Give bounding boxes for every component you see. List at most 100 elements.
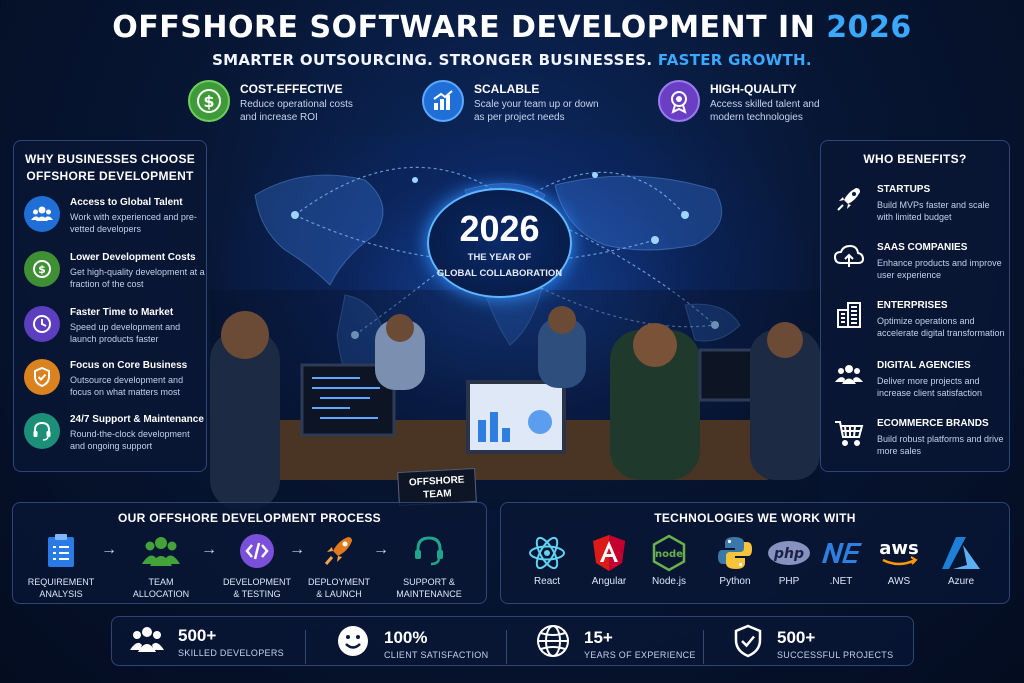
step-label-line2: & TESTING bbox=[233, 589, 281, 599]
who-benefits-panel: WHO BENEFITS? STARTUPS Build MVPs faster … bbox=[820, 140, 1010, 472]
feature-desc: Reduce operational costs and increase RO… bbox=[240, 99, 353, 123]
benefit-desc: Deliver more projects and increase clien… bbox=[877, 376, 983, 398]
why-item-core-business: Focus on Core Business Outsource developm… bbox=[24, 359, 206, 398]
code-icon bbox=[237, 531, 277, 571]
tech-label: Node.js bbox=[652, 576, 686, 587]
process-step-requirement: REQUIREMENT ANALYSIS bbox=[19, 531, 103, 600]
award-badge-icon bbox=[658, 80, 700, 122]
step-label-line2: MAINTENANCE bbox=[396, 589, 462, 599]
tech-php: php PHP bbox=[759, 533, 819, 587]
title-main: OFFSHORE SOFTWARE DEVELOPMENT IN bbox=[112, 10, 827, 45]
headset-icon bbox=[24, 413, 60, 449]
step-label-line1: TEAM bbox=[148, 577, 174, 587]
stat-developers: 500+ SKILLED DEVELOPERS bbox=[130, 624, 284, 659]
process-step-development: DEVELOPMENT & TESTING bbox=[215, 531, 299, 600]
people-group-icon bbox=[833, 359, 865, 391]
why-item-support: 24/7 Support & Maintenance Round-the-cloc… bbox=[24, 413, 206, 452]
growth-chart-icon bbox=[422, 80, 464, 122]
feature-high-quality: HIGH-QUALITY Access skilled talent and mo… bbox=[658, 80, 840, 126]
smiley-icon bbox=[336, 624, 370, 663]
stat-number: 100% bbox=[384, 627, 428, 647]
benefit-startups: STARTUPS Build MVPs faster and scale with… bbox=[833, 183, 1008, 223]
why-item-lower-costs: $ Lower Development Costs Get high-qualit… bbox=[24, 251, 206, 290]
why-item-desc: Outsource development and focus on what … bbox=[70, 375, 184, 397]
why-item-title: Faster Time to Market bbox=[70, 307, 174, 318]
why-item-title: Lower Development Costs bbox=[70, 252, 196, 263]
step-label-line2: & LAUNCH bbox=[316, 589, 362, 599]
react-icon bbox=[517, 533, 577, 573]
feature-title: COST-EFFECTIVE bbox=[240, 82, 343, 96]
step-label-line1: SUPPORT & bbox=[403, 577, 455, 587]
process-step-team: TEAM ALLOCATION bbox=[119, 531, 203, 600]
rocket-launch-icon bbox=[319, 531, 359, 571]
clipboard-icon bbox=[41, 531, 81, 571]
benefit-desc: Optimize operations and accelerate digit… bbox=[877, 316, 1005, 338]
team-icon bbox=[24, 196, 60, 232]
stat-label: SKILLED DEVELOPERS bbox=[178, 647, 284, 658]
subtitle: SMARTER OUTSOURCING. STRONGER BUSINESSES… bbox=[0, 51, 1024, 69]
why-item-title: 24/7 Support & Maintenance bbox=[70, 414, 204, 425]
benefit-desc: Build MVPs faster and scale with limited… bbox=[877, 200, 990, 222]
benefit-title: STARTUPS bbox=[877, 184, 931, 195]
why-item-desc: Round-the-clock development and ongoing … bbox=[70, 429, 190, 451]
tech-label: .NET bbox=[829, 576, 853, 587]
benefit-desc: Enhance products and improve user experi… bbox=[877, 258, 1002, 280]
process-arrow: → bbox=[101, 541, 117, 558]
tech-label: React bbox=[533, 576, 561, 587]
svg-text:$: $ bbox=[38, 263, 46, 276]
why-item-desc: Speed up development and launch products… bbox=[70, 322, 181, 344]
benefit-ecommerce: ECOMMERCE BRANDS Build robust platforms a… bbox=[833, 417, 1008, 457]
feature-cost-effective: $ COST-EFFECTIVE Reduce operational costs… bbox=[188, 80, 370, 126]
tech-label: PHP bbox=[778, 576, 800, 587]
svg-text:php: php bbox=[773, 546, 804, 562]
dollar-icon: $ bbox=[188, 80, 230, 122]
feature-title: SCALABLE bbox=[474, 82, 540, 96]
aws-icon: aws bbox=[869, 533, 929, 573]
process-step-support: SUPPORT & MAINTENANCE bbox=[387, 531, 471, 600]
technologies-title: TECHNOLOGIES WE WORK WITH bbox=[654, 511, 856, 525]
tech-aws: aws AWS bbox=[869, 533, 929, 587]
step-label-line2: ANALYSIS bbox=[39, 589, 83, 599]
tech-label: Python bbox=[719, 576, 751, 587]
feature-desc: Access skilled talent and modern technol… bbox=[710, 99, 820, 123]
why-item-global-talent: Access to Global Talent Work with experie… bbox=[24, 196, 206, 235]
cost-down-icon: $ bbox=[24, 251, 60, 287]
subtitle-main: SMARTER OUTSOURCING. STRONGER BUSINESSES… bbox=[212, 51, 658, 69]
step-label-line1: REQUIREMENT bbox=[27, 577, 95, 587]
angular-icon bbox=[579, 533, 639, 573]
dotnet-icon bbox=[811, 533, 871, 573]
stat-divider bbox=[703, 630, 704, 664]
process-panel: OUR OFFSHORE DEVELOPMENT PROCESS REQUIRE… bbox=[12, 502, 487, 604]
why-title-line2: OFFSHORE DEVELOPMENT bbox=[26, 169, 194, 183]
step-label-line1: DEVELOPMENT bbox=[222, 577, 291, 587]
tech-label: Azure bbox=[947, 576, 975, 587]
shield-check-icon bbox=[24, 359, 60, 395]
azure-icon bbox=[931, 533, 991, 573]
nodejs-icon: node bbox=[639, 533, 699, 573]
clock-icon bbox=[24, 306, 60, 342]
stat-satisfaction: 100% CLIENT SATISFACTION bbox=[336, 624, 488, 663]
php-icon: php bbox=[759, 533, 819, 573]
office-team-scene bbox=[210, 290, 820, 510]
svg-text:$: $ bbox=[203, 92, 214, 111]
rocket-icon bbox=[833, 183, 865, 215]
stat-number: 500+ bbox=[777, 627, 816, 647]
benefit-enterprises: ENTERPRISES Optimize operations and accel… bbox=[833, 299, 1008, 339]
tech-label: AWS bbox=[887, 576, 911, 587]
year-hub-circle: 2026 THE YEAR OF GLOBAL COLLABORATION bbox=[427, 188, 572, 298]
svg-text:node: node bbox=[655, 549, 683, 560]
why-item-title: Focus on Core Business bbox=[70, 360, 188, 371]
hub-line2: GLOBAL COLLABORATION bbox=[436, 268, 563, 279]
benefit-desc: Build robust platforms and drive more sa… bbox=[877, 434, 1004, 456]
benefit-title: DIGITAL AGENCIES bbox=[877, 360, 971, 371]
stat-number: 500+ bbox=[178, 625, 217, 645]
step-label-line2: ALLOCATION bbox=[132, 589, 190, 599]
why-choose-panel: WHY BUSINESSES CHOOSE OFFSHORE DEVELOPMEN… bbox=[13, 140, 207, 472]
why-title: WHY BUSINESSES CHOOSE OFFSHORE DEVELOPMEN… bbox=[14, 151, 206, 185]
benefit-title: ENTERPRISES bbox=[877, 300, 948, 311]
feature-title: HIGH-QUALITY bbox=[710, 82, 797, 96]
benefit-title: ECOMMERCE BRANDS bbox=[877, 418, 989, 429]
headset-support-icon bbox=[409, 531, 449, 571]
technologies-panel: TECHNOLOGIES WE WORK WITH React Angular … bbox=[500, 502, 1010, 604]
subtitle-highlight: FASTER GROWTH. bbox=[657, 51, 812, 69]
